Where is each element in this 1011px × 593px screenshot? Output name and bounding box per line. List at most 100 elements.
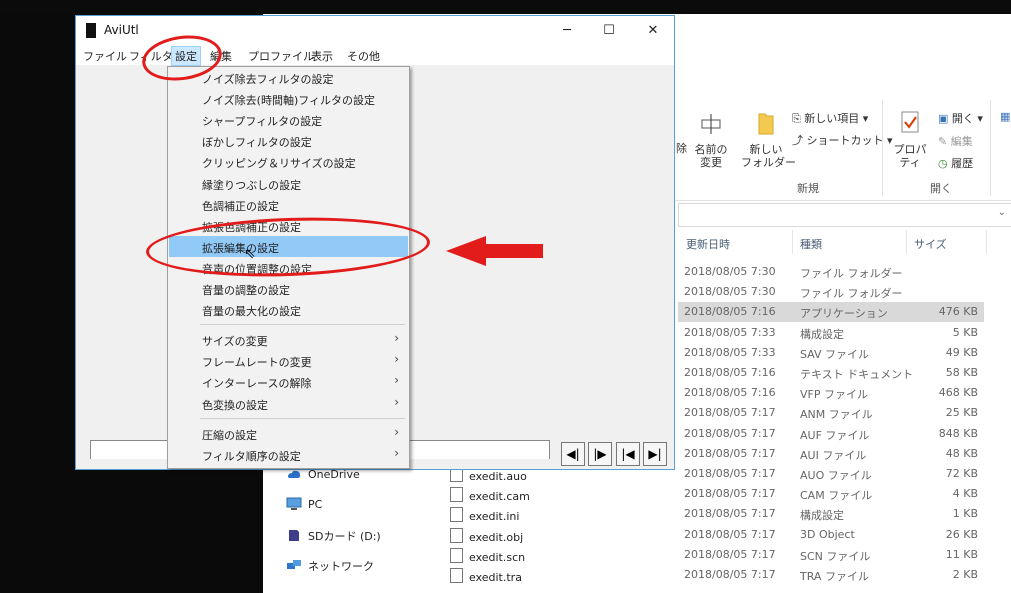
table-row[interactable]: 2018/08/05 7:30 ファイル フォルダー <box>678 262 984 282</box>
column-header-size[interactable]: サイズ <box>914 236 947 252</box>
ribbon-partial-label: 除 <box>676 142 687 155</box>
address-bar[interactable]: ⌄ <box>678 203 1011 227</box>
maximize-button[interactable]: ☐ <box>586 18 632 44</box>
menu-item[interactable]: インターレースの解除 › <box>169 371 408 392</box>
file-name-item[interactable]: exedit.obj <box>450 527 523 544</box>
row-date: 2018/08/05 7:16 <box>684 386 776 400</box>
nav-item-pc[interactable]: PC <box>286 497 322 511</box>
table-row[interactable]: 2018/08/05 7:17 CAM ファイル 4 KB <box>678 484 984 504</box>
table-row[interactable]: 2018/08/05 7:17 AUI ファイル 48 KB <box>678 444 984 464</box>
table-row[interactable]: 2018/08/05 7:17 AUF ファイル 848 KB <box>678 424 984 444</box>
history-button[interactable]: ◷ 履歴 <box>938 155 973 171</box>
nav-item-sd-card[interactable]: SDカード (D:) <box>286 528 381 544</box>
menu-item[interactable]: フレームレートの変更 › <box>169 350 408 371</box>
row-size: 2 KB <box>952 568 978 581</box>
file-icon <box>450 527 463 543</box>
file-name-item[interactable]: exedit.tra <box>450 568 522 584</box>
chevron-right-icon: › <box>394 445 399 460</box>
last-frame-button[interactable]: ▶| <box>643 442 667 466</box>
prev-frame-button[interactable]: ◀| <box>561 442 585 466</box>
open-button[interactable]: ▣ 開く ▾ <box>938 110 983 126</box>
table-row[interactable]: 2018/08/05 7:17 構成設定 1 KB <box>678 504 984 524</box>
menu-item[interactable]: フィルタ順序の設定 › <box>169 444 408 465</box>
file-name-item[interactable]: exedit.ini <box>450 507 519 523</box>
table-row[interactable]: 2018/08/05 7:16 VFP ファイル 468 KB <box>678 383 984 403</box>
table-row[interactable]: 2018/08/05 7:17 3D Object 26 KB <box>678 525 984 545</box>
rename-button[interactable]: 名前の 変更 <box>689 108 733 169</box>
file-name: exedit.scn <box>469 550 526 564</box>
row-size: 1 KB <box>952 507 978 521</box>
shortcut-button[interactable]: ⤴ ショートカット ▾ <box>792 132 893 148</box>
row-type: ANM ファイル <box>800 408 873 422</box>
row-type: AUI ファイル <box>800 448 867 462</box>
select-icon[interactable]: ▦ <box>1000 110 1010 123</box>
next-frame-button[interactable]: |▶ <box>588 442 612 466</box>
row-size: 476 KB <box>938 305 978 319</box>
row-date: 2018/08/05 7:16 <box>684 305 776 319</box>
menu-item-label: ノイズ除去フィルタの設定 <box>202 73 334 86</box>
row-size: 48 KB <box>945 446 978 460</box>
menu-item[interactable]: 圧縮の設定 › <box>169 423 408 444</box>
new-folder-button[interactable]: 新しい フォルダー <box>741 108 796 169</box>
table-row[interactable]: 2018/08/05 7:17 SCN ファイル 11 KB <box>678 545 984 565</box>
menu-file[interactable]: ファイル <box>80 47 130 65</box>
row-date: 2018/08/05 7:30 <box>684 265 776 278</box>
menu-item-label: ノイズ除去(時間軸)フィルタの設定 <box>202 94 376 108</box>
menu-item[interactable]: 色変換の設定 › <box>169 393 408 414</box>
menu-item-label: フレームレートの変更 <box>202 356 312 370</box>
table-row[interactable]: 2018/08/05 7:16 アプリケーション 476 KB <box>678 302 984 323</box>
file-name: exedit.cam <box>469 490 530 504</box>
table-row[interactable]: 2018/08/05 7:33 SAV ファイル 49 KB <box>678 343 984 363</box>
menu-other[interactable]: その他 <box>344 47 383 65</box>
column-divider[interactable] <box>986 230 987 254</box>
table-row[interactable]: 2018/08/05 7:17 ANM ファイル 25 KB <box>678 403 984 423</box>
file-icon <box>450 487 463 503</box>
close-button[interactable]: ✕ <box>630 18 676 44</box>
menu-item[interactable]: ぼかしフィルタの設定 <box>169 130 408 151</box>
chevron-right-icon: › <box>394 331 399 346</box>
file-name-item[interactable]: exedit.cam <box>450 487 530 503</box>
table-row[interactable]: 2018/08/05 7:33 構成設定 5 KB <box>678 323 984 343</box>
menu-item[interactable]: サイズの変更 › <box>169 329 408 350</box>
table-row[interactable]: 2018/08/05 7:30 ファイル フォルダー <box>678 282 984 302</box>
row-date: 2018/08/05 7:17 <box>684 406 776 420</box>
menu-profile[interactable]: プロファイル <box>245 47 317 65</box>
row-date: 2018/08/05 7:16 <box>684 366 776 379</box>
menu-item[interactable]: ノイズ除去(時間軸)フィルタの設定 <box>169 88 408 109</box>
file-name-item[interactable]: exedit.scn <box>450 547 526 564</box>
column-divider[interactable] <box>906 230 907 254</box>
menu-item[interactable]: 縁塗りつぶしの設定 <box>169 173 408 194</box>
first-frame-button[interactable]: |◀ <box>616 442 640 466</box>
column-header-type[interactable]: 種類 <box>800 236 822 252</box>
column-header-date[interactable]: 更新日時 <box>686 236 730 252</box>
row-size: 58 KB <box>945 366 978 379</box>
ribbon-divider <box>882 100 883 196</box>
table-row[interactable]: 2018/08/05 7:17 TRA ファイル 2 KB <box>678 565 984 585</box>
menu-item[interactable]: 音量の最大化の設定 <box>169 299 408 320</box>
column-divider[interactable] <box>792 230 793 254</box>
new-item-button[interactable]: ⎘ 新しい項目 ▾ <box>792 110 868 126</box>
row-type: アプリケーション <box>800 307 888 321</box>
file-name: exedit.auo <box>469 470 527 483</box>
menu-item[interactable]: シャープフィルタの設定 <box>169 109 408 130</box>
row-size: 72 KB <box>945 467 978 480</box>
nav-item-network[interactable]: ネットワーク <box>286 558 374 574</box>
edit-button[interactable]: ✎ 編集 <box>938 133 973 149</box>
chevron-down-icon[interactable]: ⌄ <box>998 207 1006 218</box>
menu-item-label: 縁塗りつぶしの設定 <box>202 178 302 192</box>
table-row[interactable]: 2018/08/05 7:17 AUO ファイル 72 KB <box>678 464 984 484</box>
menu-item[interactable]: クリッピング＆リサイズの設定 <box>169 151 408 172</box>
menu-item-label: サイズの変更 <box>202 335 268 349</box>
window-title: AviUtl <box>104 23 139 37</box>
file-icon <box>450 568 463 583</box>
properties-button[interactable]: プロパティ <box>889 108 931 169</box>
menu-view[interactable]: 表示 <box>308 47 336 65</box>
menu-item-label: シャープフィルタの設定 <box>202 115 323 129</box>
table-row[interactable]: 2018/08/05 7:16 テキスト ドキュメント 58 KB <box>678 363 984 383</box>
row-date: 2018/08/05 7:17 <box>684 527 776 541</box>
menu-item[interactable]: 色調補正の設定 <box>169 194 408 215</box>
row-date: 2018/08/05 7:17 <box>684 487 776 501</box>
menu-item[interactable]: 音量の調整の設定 <box>169 278 408 299</box>
group-label-new: 新規 <box>797 182 819 195</box>
minimize-button[interactable]: ─ <box>544 18 590 44</box>
